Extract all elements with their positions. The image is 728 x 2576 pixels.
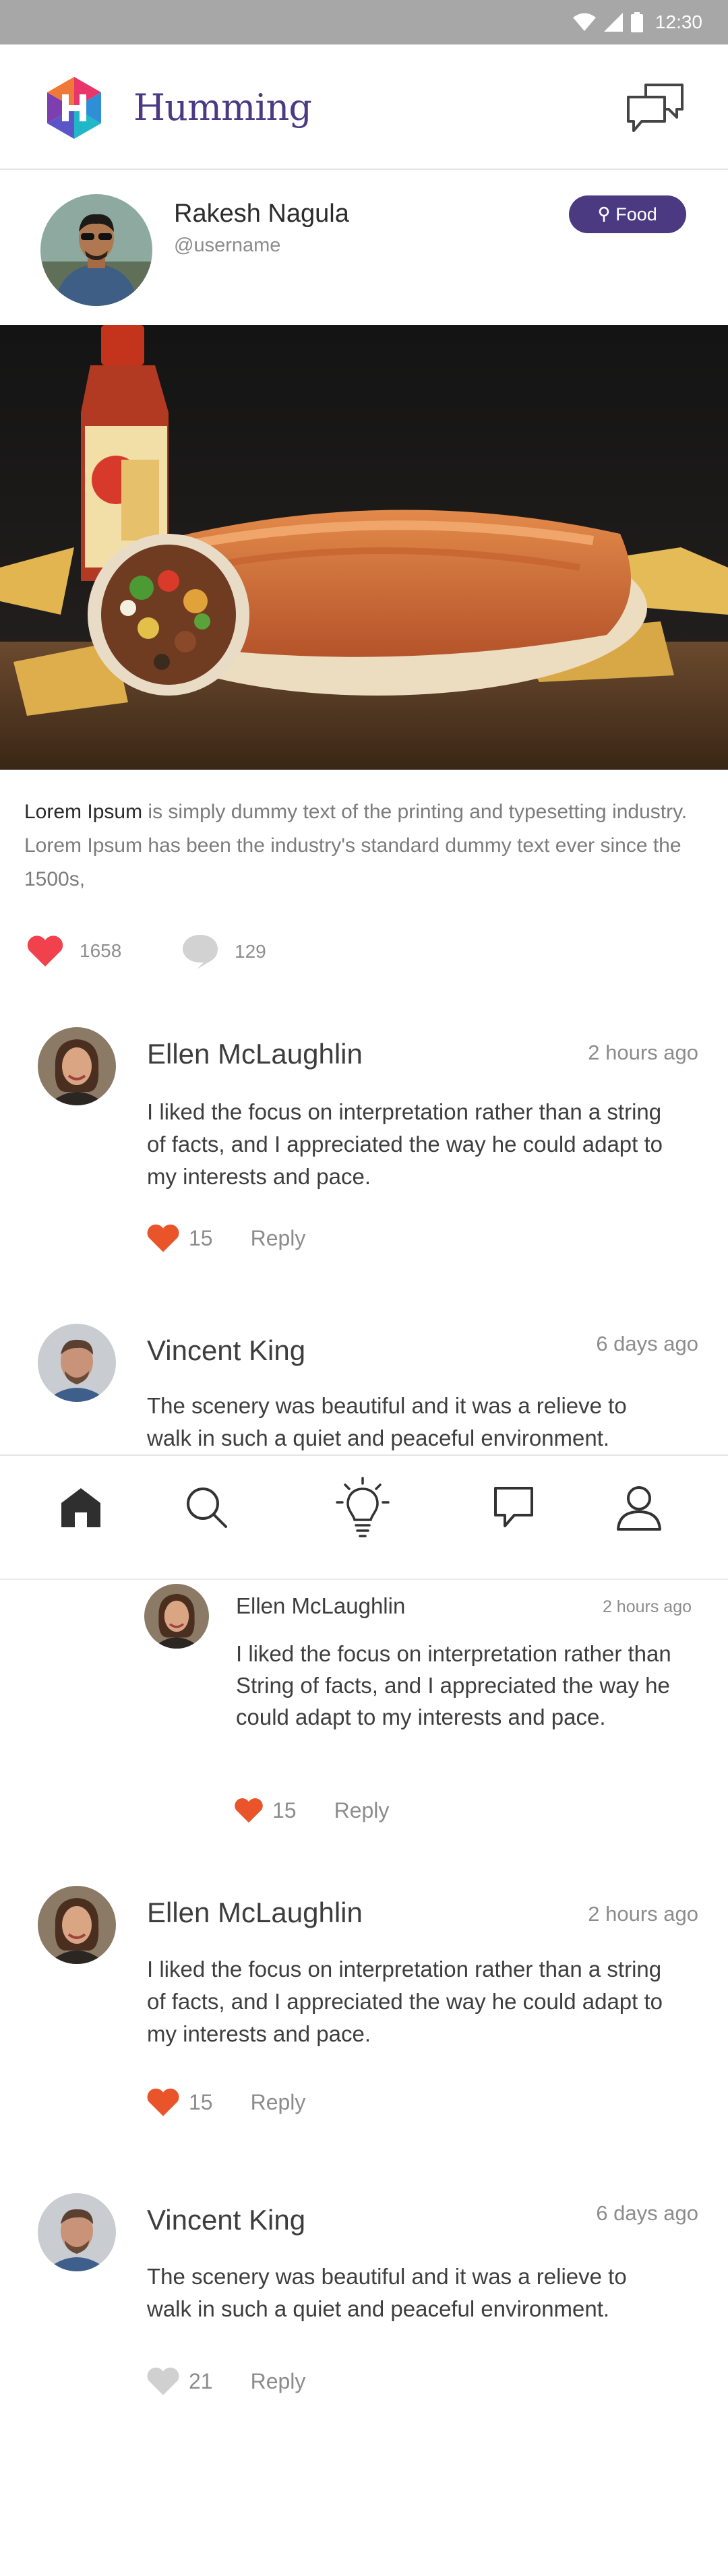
heart-icon[interactable] bbox=[26, 934, 65, 968]
brand-name: Humming bbox=[133, 86, 312, 129]
comment-time: 2 hours ago bbox=[588, 1041, 698, 1064]
comment-actions: 15 Reply bbox=[146, 1223, 305, 1254]
status-bar: 12:30 bbox=[0, 0, 728, 44]
nav-profile[interactable] bbox=[611, 1479, 667, 1535]
reply-author-name[interactable]: Ellen McLaughlin bbox=[236, 1593, 405, 1619]
search-icon[interactable] bbox=[184, 1485, 229, 1529]
nav-home[interactable] bbox=[53, 1479, 109, 1535]
location-pin-icon bbox=[599, 206, 609, 222]
author-name[interactable]: Rakesh Nagula bbox=[174, 200, 349, 228]
comment-bubble-icon[interactable] bbox=[181, 933, 220, 971]
post-likes[interactable]: 1658 bbox=[26, 934, 121, 968]
lightbulb-icon[interactable] bbox=[336, 1477, 390, 1537]
comment-text: The scenery was beautiful and it was a r… bbox=[147, 2264, 627, 2321]
post-caption: Lorem Ipsum is simply dummy text of the … bbox=[24, 795, 705, 896]
reply-likes-count: 15 bbox=[272, 1798, 297, 1822]
commenter-name[interactable]: Vincent King bbox=[147, 2204, 305, 2236]
status-time: 12:30 bbox=[655, 11, 702, 32]
app-header: Humming bbox=[0, 44, 728, 170]
heart-icon[interactable] bbox=[146, 2087, 181, 2118]
post-comments[interactable]: 129 bbox=[181, 933, 266, 971]
heart-icon[interactable] bbox=[146, 2366, 181, 2397]
wifi-icon bbox=[572, 13, 596, 31]
comments-count: 129 bbox=[235, 941, 266, 962]
commenter-avatar[interactable] bbox=[38, 1027, 116, 1105]
reply-button[interactable]: Reply bbox=[251, 1226, 306, 1251]
reply-button[interactable]: Reply bbox=[251, 2369, 306, 2394]
comment-text: I liked the focus on interpretation rath… bbox=[147, 1099, 663, 1189]
likes-count: 1658 bbox=[80, 940, 122, 961]
chat-icon[interactable] bbox=[491, 1484, 536, 1530]
category-tag-label: Food bbox=[615, 204, 657, 224]
reply-avatar[interactable] bbox=[144, 1584, 209, 1649]
comment-time: 6 days ago bbox=[596, 2201, 698, 2225]
messages-icon[interactable] bbox=[623, 80, 688, 137]
comment-time: 2 hours ago bbox=[588, 1902, 698, 1926]
profile-icon[interactable] bbox=[615, 1483, 663, 1531]
comment-likes-count: 21 bbox=[189, 2368, 213, 2393]
author-avatar[interactable] bbox=[40, 194, 152, 306]
commenter-avatar[interactable] bbox=[38, 1324, 116, 1402]
comment-time: 6 days ago bbox=[596, 1332, 698, 1355]
author-username: @username bbox=[174, 235, 281, 256]
commenter-name[interactable]: Vincent King bbox=[147, 1335, 305, 1367]
nav-messages[interactable] bbox=[485, 1479, 542, 1535]
comment-actions: 21 Reply bbox=[146, 2366, 305, 2397]
nav-search[interactable] bbox=[178, 1479, 235, 1535]
bottom-navigation bbox=[0, 1454, 728, 1580]
reply-text: I liked the focus on interpretation rath… bbox=[236, 1641, 671, 1729]
commenter-name[interactable]: Ellen McLaughlin bbox=[147, 1038, 363, 1070]
comment-likes-count: 15 bbox=[189, 2089, 213, 2114]
reply-time: 2 hours ago bbox=[602, 1597, 692, 1616]
comment-text: I liked the focus on interpretation rath… bbox=[147, 1957, 663, 2046]
signal-icon bbox=[603, 13, 623, 32]
comment-text: The scenery was beautiful and it was a r… bbox=[147, 1393, 627, 1450]
commenter-name[interactable]: Ellen McLaughlin bbox=[147, 1897, 363, 1929]
comment-actions: 15 Reply bbox=[146, 2087, 305, 2118]
status-icons: 12:30 bbox=[572, 9, 702, 35]
reply-button[interactable]: Reply bbox=[251, 2090, 306, 2115]
nav-ideas[interactable] bbox=[334, 1477, 391, 1537]
caption-lead: Lorem Ipsum bbox=[24, 801, 143, 823]
reply-actions: 15 Reply bbox=[233, 1797, 389, 1824]
battery-icon bbox=[630, 12, 643, 32]
comment-likes-count: 15 bbox=[189, 1225, 213, 1250]
heart-icon[interactable] bbox=[233, 1797, 264, 1824]
category-tag[interactable]: Food bbox=[569, 195, 686, 233]
home-icon[interactable] bbox=[59, 1485, 103, 1529]
commenter-avatar[interactable] bbox=[38, 2193, 116, 2271]
reply-button[interactable]: Reply bbox=[334, 1798, 390, 1823]
humming-logo[interactable] bbox=[43, 75, 105, 140]
heart-icon[interactable] bbox=[146, 1223, 181, 1254]
post-image[interactable] bbox=[0, 325, 728, 770]
commenter-avatar[interactable] bbox=[38, 1886, 116, 1964]
